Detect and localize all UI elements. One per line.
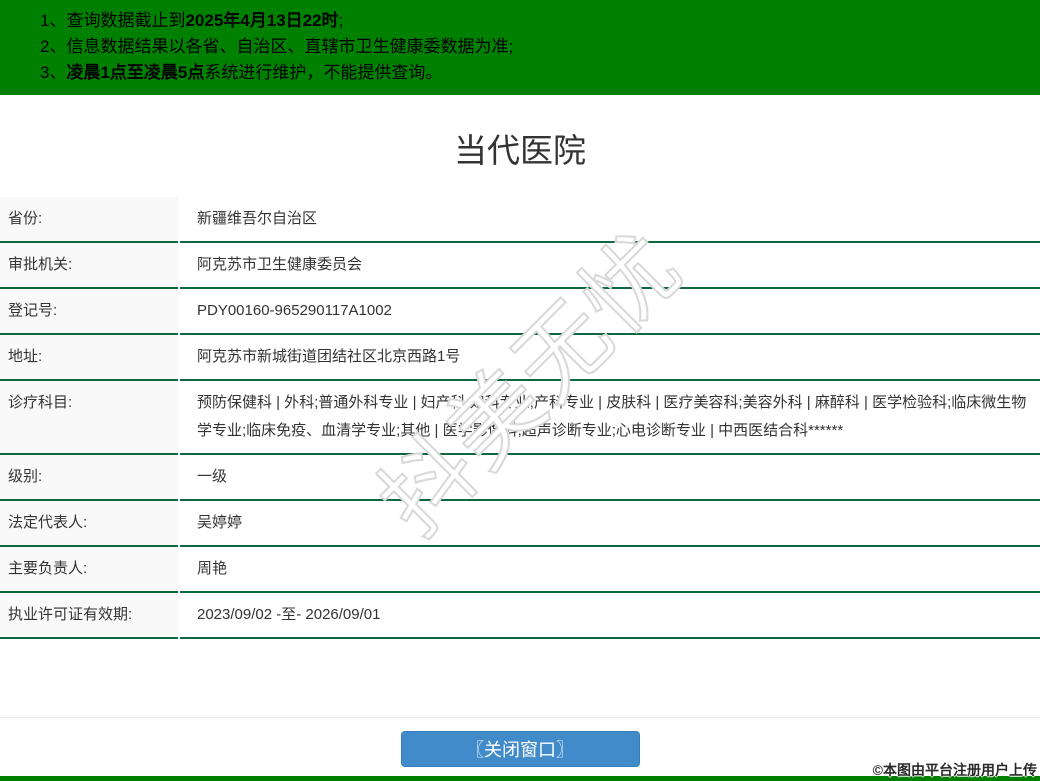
page-title: 当代医院: [454, 132, 586, 169]
row-value: 一级: [180, 455, 1040, 501]
row-label: 诊疗科目:: [0, 381, 178, 455]
row-label: 登记号:: [0, 289, 178, 335]
notice-line-3: 3、凌晨1点至凌晨5点系统进行维护，不能提供查询。: [40, 60, 1030, 86]
notice-line-1-bold: 2025年4月13日22时: [185, 11, 339, 30]
notice-line-1-post: ;: [338, 11, 344, 30]
row-label: 审批机关:: [0, 243, 178, 289]
row-value: 阿克苏市新城街道团结社区北京西路1号: [180, 335, 1040, 381]
row-value: 2023/09/02 -至- 2026/09/01: [180, 593, 1040, 639]
row-label: 法定代表人:: [0, 501, 178, 547]
row-label: 执业许可证有效期:: [0, 593, 178, 639]
row-label: 省份:: [0, 197, 178, 243]
close-window-button[interactable]: 〖关闭窗口〗: [400, 731, 640, 767]
notice-line-3-post: 系统进行维护，不能提供查询。: [204, 63, 443, 82]
notice-line-3-bold: 凌晨1点至凌晨5点: [66, 63, 205, 82]
table-row-level: 级别: 一级: [0, 455, 1040, 501]
table-row-person-in-charge: 主要负责人: 周艳: [0, 547, 1040, 593]
info-table: 省份: 新疆维吾尔自治区 审批机关: 阿克苏市卫生健康委员会 登记号: PDY0…: [0, 197, 1040, 639]
row-value: 新疆维吾尔自治区: [180, 197, 1040, 243]
row-value: PDY00160-965290117A1002: [180, 289, 1040, 335]
table-row-departments: 诊疗科目: 预防保健科 | 外科;普通外科专业 | 妇产科;妇科专业;产科专业 …: [0, 381, 1040, 455]
notice-line-2: 2、信息数据结果以各省、自治区、直辖市卫生健康委数据为准;: [40, 34, 1030, 60]
table-row-legal-representative: 法定代表人: 吴婷婷: [0, 501, 1040, 547]
table-row-registration-number: 登记号: PDY00160-965290117A1002: [0, 289, 1040, 335]
row-value: 预防保健科 | 外科;普通外科专业 | 妇产科;妇科专业;产科专业 | 皮肤科 …: [180, 381, 1040, 455]
row-label: 级别:: [0, 455, 178, 501]
row-value: 周艳: [180, 547, 1040, 593]
row-value: 阿克苏市卫生健康委员会: [180, 243, 1040, 289]
table-row-address: 地址: 阿克苏市新城街道团结社区北京西路1号: [0, 335, 1040, 381]
row-label: 主要负责人:: [0, 547, 178, 593]
notice-line-2-pre: 2、信息数据结果以各省、自治区、直辖市卫生健康委数据为准;: [40, 37, 514, 56]
notice-line-1: 1、查询数据截止到2025年4月13日22时;: [40, 8, 1030, 34]
table-row-approval-authority: 审批机关: 阿克苏市卫生健康委员会: [0, 243, 1040, 289]
footer: 〖关闭窗口〗: [0, 717, 1040, 781]
bottom-green-strip: [0, 776, 1040, 781]
notice-line-3-pre: 3、: [40, 63, 67, 82]
row-value: 吴婷婷: [180, 501, 1040, 547]
table-row-license-validity: 执业许可证有效期: 2023/09/02 -至- 2026/09/01: [0, 593, 1040, 639]
notice-line-1-pre: 1、查询数据截止到: [40, 11, 186, 30]
notice-banner: 1、查询数据截止到2025年4月13日22时; 2、信息数据结果以各省、自治区、…: [0, 0, 1040, 95]
page: 1、查询数据截止到2025年4月13日22时; 2、信息数据结果以各省、自治区、…: [0, 0, 1040, 781]
row-label: 地址:: [0, 335, 178, 381]
table-row-province: 省份: 新疆维吾尔自治区: [0, 197, 1040, 243]
